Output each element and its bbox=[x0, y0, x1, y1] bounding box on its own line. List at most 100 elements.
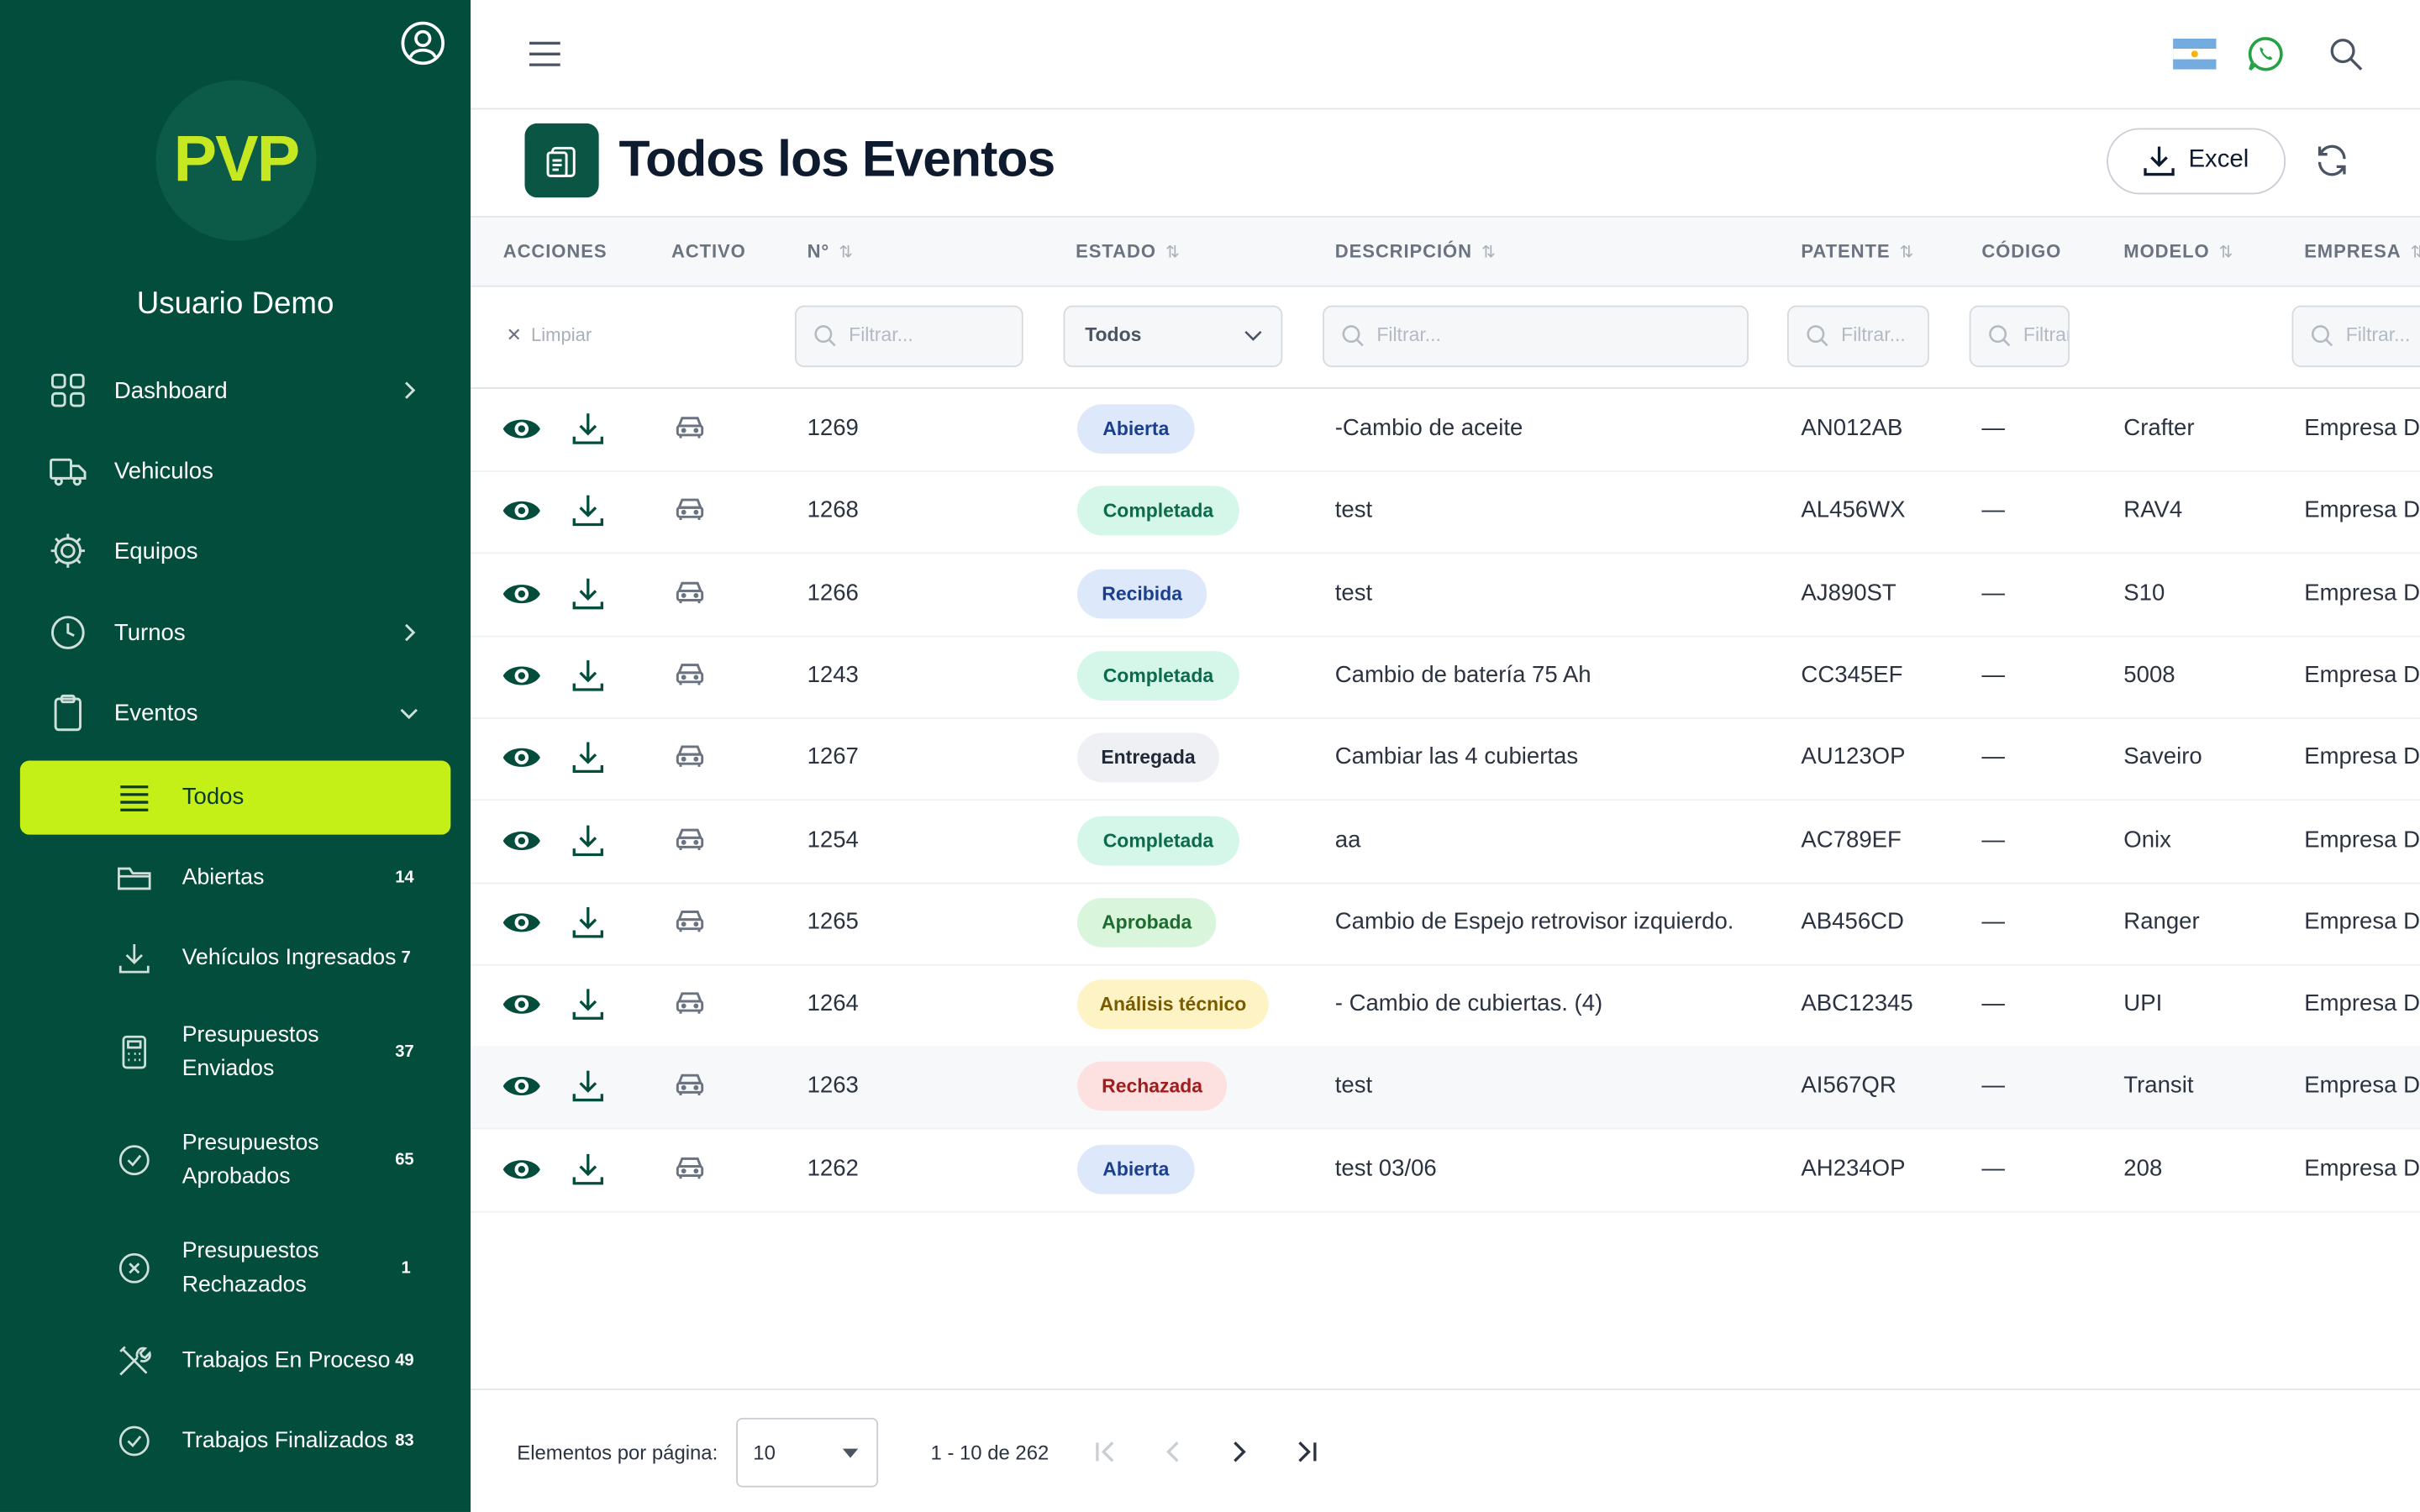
car-icon bbox=[675, 413, 706, 449]
col-header-empresa-label: EMPRESA bbox=[2304, 240, 2402, 263]
view-eye-icon[interactable] bbox=[502, 984, 542, 1032]
cell-modelo: Transit bbox=[2123, 1073, 2194, 1100]
excel-export-button[interactable]: Excel bbox=[2107, 128, 2286, 195]
view-eye-icon[interactable] bbox=[502, 574, 542, 622]
download-icon[interactable] bbox=[570, 904, 607, 948]
table-row[interactable]: 1263 Rechazada test AI567QR — Transit Empresa … bbox=[471, 1047, 2420, 1131]
nav-item-vehiculos[interactable]: Vehiculos bbox=[0, 433, 471, 507]
previous-page-icon[interactable] bbox=[1159, 1438, 1186, 1466]
codigo-filter-input[interactable]: Filtrar... bbox=[1969, 305, 2070, 368]
sort-icon[interactable]: ⇅ bbox=[1165, 244, 1181, 262]
col-header-activo: ACTIVO bbox=[671, 240, 746, 263]
download-icon[interactable] bbox=[570, 739, 607, 784]
view-eye-icon[interactable] bbox=[502, 409, 542, 457]
download-icon[interactable] bbox=[570, 575, 607, 619]
cell-codigo: — bbox=[1981, 1155, 2005, 1182]
table-row[interactable]: 1254 Completada aa AC789EF — Onix Empresa Demo bbox=[471, 800, 2420, 884]
page-size-label: Elementos por página: bbox=[517, 1441, 718, 1465]
nav-item-eventos[interactable]: Eventos bbox=[0, 675, 471, 749]
tools-icon bbox=[119, 1346, 151, 1376]
nav-item-dashboard[interactable]: Dashboard bbox=[0, 354, 471, 428]
sort-icon[interactable]: ⇅ bbox=[1899, 244, 1914, 262]
cell-codigo: — bbox=[1981, 743, 2005, 770]
first-page-icon[interactable] bbox=[1092, 1438, 1119, 1466]
search-icon bbox=[1342, 325, 1364, 347]
nav-item-equipos[interactable]: Equipos bbox=[0, 514, 471, 588]
download-icon[interactable] bbox=[570, 1151, 607, 1195]
sub-item-trabajos-en-proceso[interactable]: Trabajos En Proceso 49 bbox=[0, 1324, 471, 1398]
sort-icon[interactable]: ⇅ bbox=[2411, 244, 2420, 262]
col-header-numero[interactable]: N° ⇅ bbox=[808, 241, 854, 263]
table-row[interactable]: 1262 Abierta test 03/06 AH234OP — 208 Empresa … bbox=[471, 1129, 2420, 1213]
table-row[interactable]: 1243 Completada Cambio de batería 75 Ah CC3… bbox=[471, 636, 2420, 719]
sub-item-vehiculos-ingresados[interactable]: Vehículos Ingresados 7 bbox=[0, 921, 471, 995]
table-row[interactable]: 1267 Entregada Cambiar las 4 cubiertas AU12… bbox=[471, 717, 2420, 801]
table-row[interactable]: 1268 Completada test AL456WX — RAV4 Empresa De… bbox=[471, 471, 2420, 554]
download-icon[interactable] bbox=[570, 492, 607, 537]
sort-icon[interactable]: ⇅ bbox=[1481, 244, 1497, 262]
cell-descripcion: test bbox=[1334, 496, 1373, 524]
sort-icon[interactable]: ⇅ bbox=[839, 244, 854, 262]
download-icon[interactable] bbox=[570, 657, 607, 701]
download-icon[interactable] bbox=[570, 411, 607, 455]
sub-item-trabajos-finalizados[interactable]: Trabajos Finalizados 83 bbox=[0, 1404, 471, 1478]
clear-filters-button[interactable]: ✕ Limpiar bbox=[506, 324, 592, 346]
cell-patente: AU123OP bbox=[1801, 743, 1906, 770]
page-title: Todos los Eventos bbox=[618, 129, 1056, 187]
nav-label-turnos: Turnos bbox=[113, 619, 186, 646]
filter-placeholder: Filtrar... bbox=[2345, 323, 2411, 346]
nav-item-turnos[interactable]: Turnos bbox=[0, 596, 471, 669]
download-icon[interactable] bbox=[570, 1068, 607, 1113]
last-page-icon[interactable] bbox=[1293, 1438, 1321, 1466]
next-page-icon[interactable] bbox=[1225, 1438, 1253, 1466]
sub-item-todos[interactable]: Todos bbox=[19, 760, 451, 835]
numero-filter-input[interactable]: Filtrar... bbox=[794, 305, 1023, 368]
col-header-empresa[interactable]: EMPRESA ⇅ bbox=[2304, 241, 2420, 263]
table-row[interactable]: 1269 Abierta -Cambio de aceite AN012AB — Craf… bbox=[471, 389, 2420, 473]
descripcion-filter-input[interactable]: Filtrar... bbox=[1323, 305, 1749, 368]
col-header-estado[interactable]: ESTADO ⇅ bbox=[1076, 241, 1181, 263]
car-icon bbox=[675, 1153, 706, 1189]
view-eye-icon[interactable] bbox=[502, 902, 542, 950]
download-icon[interactable] bbox=[570, 986, 607, 1031]
sub-label-trabajos-en-proceso: Trabajos En Proceso bbox=[182, 1348, 391, 1373]
col-header-modelo[interactable]: MODELO ⇅ bbox=[2123, 241, 2233, 263]
view-eye-icon[interactable] bbox=[502, 655, 542, 703]
clear-filters-label: Limpiar bbox=[530, 323, 592, 346]
sub-item-presupuestos-aprobados[interactable]: Presupuestos Aprobados 65 bbox=[0, 1123, 471, 1197]
cell-descripcion: test 03/06 bbox=[1334, 1155, 1437, 1182]
excel-button-label: Excel bbox=[2188, 146, 2249, 173]
table-row[interactable]: 1264 Análisis técnico - Cambio de cubierta… bbox=[471, 964, 2420, 1048]
view-eye-icon[interactable] bbox=[502, 1067, 542, 1115]
search-icon[interactable] bbox=[2328, 35, 2365, 72]
table-row[interactable]: 1265 Aprobada Cambio de Espejo retrovisor … bbox=[471, 882, 2420, 966]
table-row[interactable]: 1266 Recibida test AJ890ST — S10 Empresa Demo bbox=[471, 554, 2420, 637]
patente-filter-input[interactable]: Filtrar... bbox=[1786, 305, 1929, 368]
col-header-descripcion[interactable]: DESCRIPCIÓN ⇅ bbox=[1335, 241, 1497, 263]
view-eye-icon[interactable] bbox=[502, 820, 542, 868]
chevron-down-icon bbox=[1244, 330, 1262, 341]
sub-item-presupuestos-enviados[interactable]: Presupuestos Enviados 37 bbox=[0, 1016, 471, 1089]
view-eye-icon[interactable] bbox=[502, 1149, 542, 1197]
user-name: Usuario Demo bbox=[136, 286, 334, 322]
refresh-icon[interactable] bbox=[2313, 142, 2350, 179]
estado-filter-select[interactable]: Todos bbox=[1063, 305, 1283, 368]
argentina-flag-icon[interactable] bbox=[2173, 38, 2217, 70]
sub-label-line1: Presupuestos bbox=[182, 1238, 319, 1264]
empresa-filter-input[interactable]: Filtrar... bbox=[2291, 305, 2420, 368]
col-header-acciones: ACCIONES bbox=[502, 240, 608, 263]
view-eye-icon[interactable] bbox=[502, 491, 542, 539]
col-header-patente[interactable]: PATENTE ⇅ bbox=[1801, 241, 1914, 263]
download-icon[interactable] bbox=[570, 822, 607, 866]
user-circle-icon[interactable] bbox=[400, 20, 446, 66]
cell-modelo: RAV4 bbox=[2123, 496, 2183, 524]
view-eye-icon[interactable] bbox=[502, 738, 542, 785]
download-icon bbox=[2144, 146, 2175, 176]
whatsapp-icon[interactable] bbox=[2247, 35, 2284, 72]
sort-icon[interactable]: ⇅ bbox=[2219, 244, 2234, 262]
menu-icon[interactable] bbox=[526, 37, 563, 71]
sub-item-presupuestos-rechazados[interactable]: Presupuestos Rechazados 1 bbox=[0, 1231, 471, 1305]
page-size-select[interactable]: 10 bbox=[736, 1417, 879, 1488]
sub-item-abiertas[interactable]: Abiertas 14 bbox=[0, 841, 471, 915]
table-header: ACCIONES ACTIVO N° ⇅ ESTADO ⇅ DESCRIPCIÓN ⇅… bbox=[471, 216, 2420, 287]
